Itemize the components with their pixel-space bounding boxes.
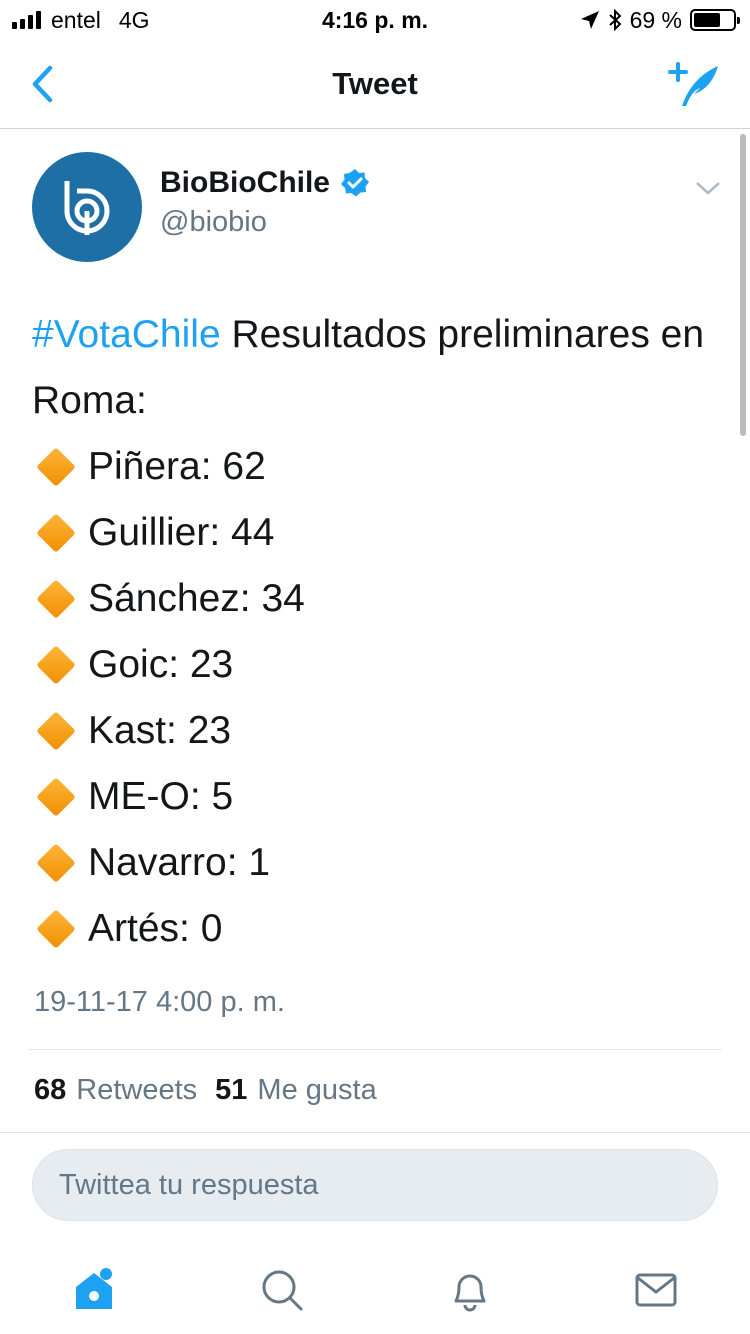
tab-notifications[interactable] [440,1260,500,1320]
result-line: Guillier: 44 [32,500,722,566]
user-info[interactable]: BioBioChile @biobio [160,166,370,239]
result-line: Piñera: 62 [32,434,722,500]
tab-messages[interactable] [626,1260,686,1320]
biobio-logo-icon [64,181,110,235]
divider [0,1132,750,1133]
retweets-stat[interactable]: 68 Retweets [34,1074,197,1107]
signal-icon [12,11,41,29]
divider [28,1049,722,1050]
likes-label: Me gusta [257,1074,377,1106]
tweet-text: #VotaChile Resultados preliminares en Ro… [32,302,722,962]
orange-diamond-icon [36,579,76,619]
compose-tweet-icon [668,62,718,106]
tab-home[interactable] [64,1260,124,1320]
tweet-timestamp: 19-11-17 4:00 p. m. [34,986,285,1018]
carrier-label: entel [51,6,101,33]
tweet-intro: #VotaChile Resultados preliminares en Ro… [32,302,722,434]
tab-bar [0,1246,750,1334]
likes-stat[interactable]: 51 Me gusta [215,1074,377,1107]
compose-tweet-button[interactable] [666,58,722,110]
result-text: Navarro: 1 [88,841,271,884]
chevron-down-icon[interactable] [694,178,722,198]
battery-percent: 69 % [629,6,682,33]
retweets-count: 68 [34,1074,67,1106]
orange-diamond-icon [36,909,76,949]
avatar[interactable] [32,152,142,262]
hashtag-link[interactable]: #VotaChile [32,313,221,356]
battery-icon [690,9,740,31]
network-label: 4G [118,6,150,33]
notifications-icon [454,1274,486,1312]
reply-input[interactable]: Twittea tu respuesta [32,1149,718,1221]
page-title: Tweet [332,66,418,101]
result-text: Piñera: 62 [88,445,266,488]
result-text: Guillier: 44 [88,511,275,554]
results-list: Piñera: 62 Guillier: 44 Sánchez: 34 Goic: 2… [32,434,722,962]
display-name: BioBioChile [160,166,330,199]
result-line: Sánchez: 34 [32,566,722,632]
scroll-indicator [740,134,746,436]
reply-placeholder: Twittea tu respuesta [59,1168,319,1201]
orange-diamond-icon [36,843,76,883]
orange-diamond-icon [36,777,76,817]
orange-diamond-icon [36,645,76,685]
tweet-stats: 68 Retweets 51 Me gusta [34,1074,377,1107]
result-line: Navarro: 1 [32,830,722,896]
result-text: Sánchez: 34 [88,577,305,620]
result-text: Artés: 0 [88,907,223,950]
status-bar: entel 4G 4:16 p. m. 69 % [0,0,750,40]
result-line: Kast: 23 [32,698,722,764]
result-line: Artés: 0 [32,896,722,962]
status-left: entel 4G [12,7,150,34]
navigation-bar: Tweet [0,40,750,129]
result-line: Goic: 23 [32,632,722,698]
tweet-detail-screen: entel 4G 4:16 p. m. 69 % Tweet BioBioChi… [0,0,750,1334]
tweet-header: BioBioChile @biobio [32,152,722,264]
orange-diamond-icon [36,711,76,751]
orange-diamond-icon [36,447,76,487]
likes-count: 51 [215,1074,248,1106]
search-icon [262,1270,303,1311]
user-handle: @biobio [160,206,267,238]
bluetooth-icon [608,9,622,31]
new-content-dot [100,1268,112,1280]
result-text: Kast: 23 [88,709,232,752]
status-right: 69 % [580,6,740,34]
result-text: ME-O: 5 [88,775,234,818]
tab-search[interactable] [252,1260,312,1320]
verified-badge-icon [341,169,369,197]
orange-diamond-icon [36,513,76,553]
result-line: ME-O: 5 [32,764,722,830]
retweets-label: Retweets [76,1074,198,1106]
location-arrow-icon [580,11,599,29]
messages-icon [635,1273,677,1307]
result-text: Goic: 23 [88,643,234,686]
